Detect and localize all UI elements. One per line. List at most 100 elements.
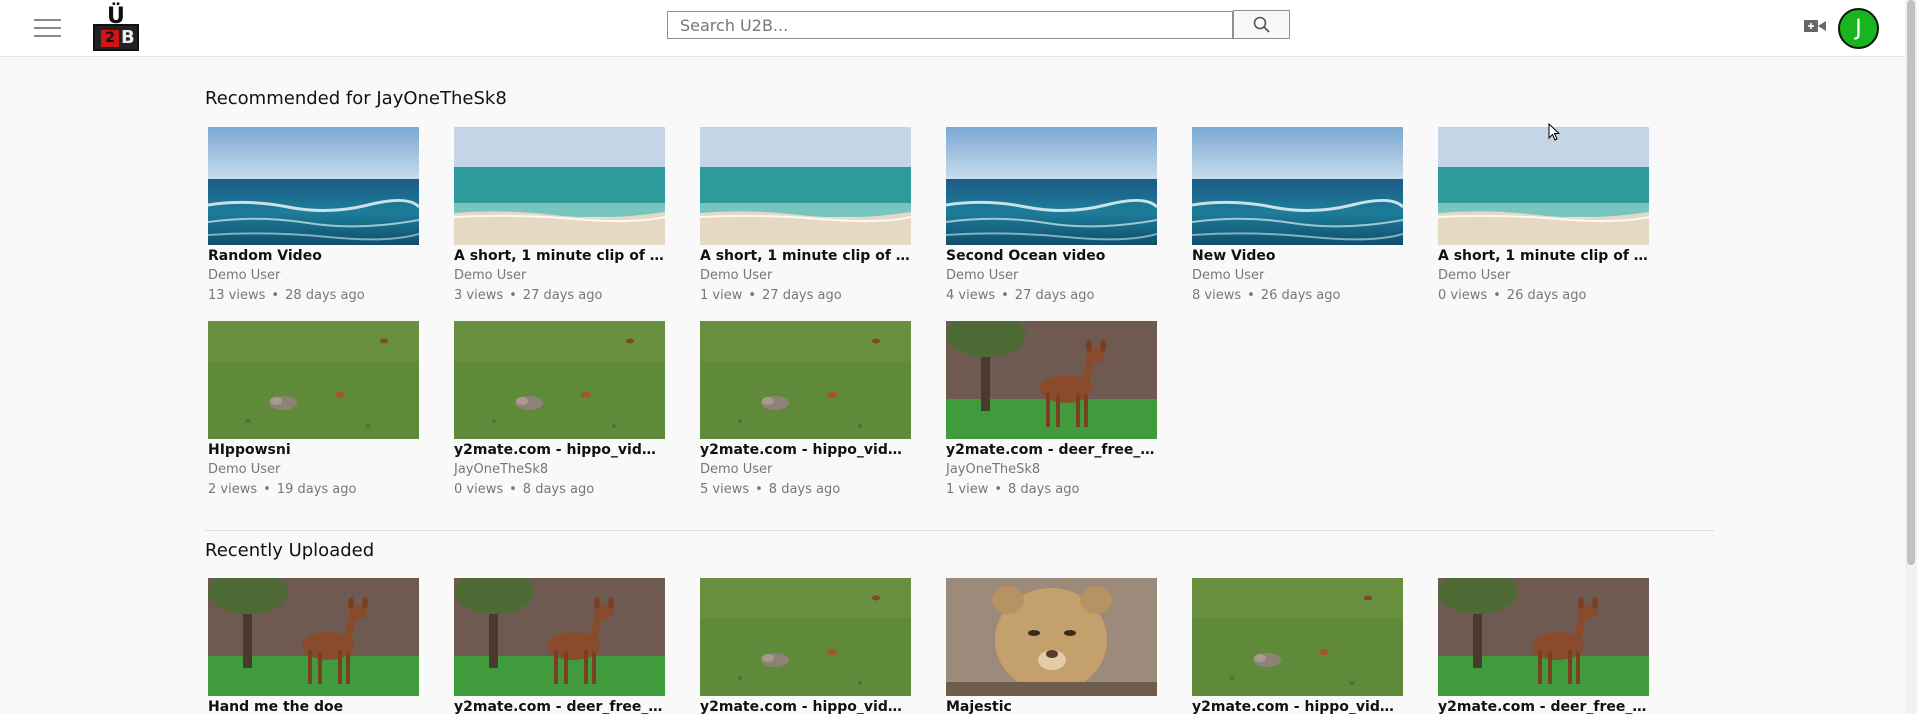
video-card[interactable]: y2mate.com - deer_free_to...	[1438, 578, 1649, 714]
video-card[interactable]: New Video Demo User 8 views • 26 days ago	[1192, 127, 1403, 306]
video-title[interactable]: A short, 1 minute clip of th...	[454, 247, 665, 266]
video-card[interactable]: y2mate.com - hippo_video_... JayOneTheSk8…	[454, 321, 665, 500]
search-button[interactable]	[1233, 10, 1290, 39]
video-meta: 2 views • 19 days ago	[208, 480, 419, 500]
video-title[interactable]: New Video	[1192, 247, 1403, 266]
video-title[interactable]: A short, 1 minute clip of th...	[700, 247, 911, 266]
user-avatar[interactable]: J	[1838, 8, 1879, 49]
u2b-logo[interactable]: Ü 2 B	[93, 4, 139, 51]
upload-age: 8 days ago	[768, 482, 841, 497]
video-thumbnail[interactable]	[700, 321, 911, 439]
video-title[interactable]: A short, 1 minute clip of th...	[1438, 247, 1649, 266]
video-author[interactable]: Demo User	[454, 266, 665, 286]
video-card[interactable]: y2mate.com - deer_free_to... JayOneTheSk8…	[946, 321, 1157, 500]
video-author[interactable]: Demo User	[946, 266, 1157, 286]
video-author[interactable]: Demo User	[700, 266, 911, 286]
video-card[interactable]: Majestic	[946, 578, 1157, 714]
video-meta: 4 views • 27 days ago	[946, 286, 1157, 306]
video-thumbnail[interactable]	[1438, 127, 1649, 245]
video-title[interactable]: Hand me the doe	[208, 698, 419, 714]
video-meta: 5 views • 8 days ago	[700, 480, 911, 500]
video-card[interactable]: y2mate.com - hippo_video_...	[1192, 578, 1403, 714]
video-meta: 8 views • 26 days ago	[1192, 286, 1403, 306]
view-count: 13 views	[208, 288, 266, 303]
video-meta: 3 views • 27 days ago	[454, 286, 665, 306]
video-title[interactable]: y2mate.com - hippo_video_...	[700, 698, 911, 714]
video-card[interactable]: Second Ocean video Demo User 4 views • 27 da…	[946, 127, 1157, 306]
separator-dot: •	[271, 288, 280, 303]
view-count: 1 view	[700, 288, 743, 303]
video-author[interactable]: JayOneTheSk8	[946, 460, 1157, 480]
video-thumbnail[interactable]	[454, 578, 665, 696]
view-count: 3 views	[454, 288, 504, 303]
video-card[interactable]: y2mate.com - hippo_video_...	[700, 578, 911, 714]
search-input[interactable]	[667, 11, 1233, 39]
video-card[interactable]: Hand me the doe	[208, 578, 419, 714]
view-count: 5 views	[700, 482, 750, 497]
recommended-heading: Recommended for JayOneTheSk8	[205, 88, 507, 109]
logo-box: 2 B	[93, 24, 139, 51]
video-title[interactable]: y2mate.com - deer_free_to...	[1438, 698, 1649, 714]
video-meta: 1 view • 27 days ago	[700, 286, 911, 306]
video-author[interactable]: JayOneTheSk8	[454, 460, 665, 480]
top-header: Ü 2 B J	[0, 0, 1905, 57]
video-thumbnail[interactable]	[1192, 127, 1403, 245]
video-title[interactable]: y2mate.com - hippo_video_...	[700, 441, 911, 460]
separator-dot: •	[755, 482, 763, 497]
video-author[interactable]: Demo User	[700, 460, 911, 480]
video-thumbnail[interactable]	[946, 321, 1157, 439]
search-icon	[1253, 16, 1270, 33]
video-thumbnail[interactable]	[946, 127, 1157, 245]
video-thumbnail[interactable]	[208, 127, 419, 245]
view-count: 8 views	[1192, 288, 1242, 303]
recent-heading: Recently Uploaded	[205, 540, 375, 561]
video-author[interactable]: Demo User	[1192, 266, 1403, 286]
video-thumbnail[interactable]	[454, 127, 665, 245]
logo-digit-2: 2	[101, 30, 119, 47]
upload-age: 8 days ago	[522, 482, 595, 497]
video-card[interactable]: A short, 1 minute clip of th... Demo User…	[700, 127, 911, 306]
video-meta: 0 views • 8 days ago	[454, 480, 665, 500]
view-count: 1 view	[946, 482, 989, 497]
video-thumbnail[interactable]	[208, 321, 419, 439]
video-thumbnail[interactable]	[1192, 578, 1403, 696]
video-thumbnail[interactable]	[700, 578, 911, 696]
video-card[interactable]: A short, 1 minute clip of th... Demo User…	[454, 127, 665, 306]
upload-video-icon[interactable]	[1804, 18, 1826, 34]
video-title[interactable]: y2mate.com - hippo_video_...	[1192, 698, 1403, 714]
separator-dot: •	[509, 482, 517, 497]
separator-dot: •	[1001, 288, 1009, 303]
upload-age: 27 days ago	[522, 288, 603, 303]
video-title[interactable]: y2mate.com - deer_free_to...	[454, 698, 665, 714]
logo-letter-b: B	[121, 27, 135, 48]
video-author[interactable]: Demo User	[1438, 266, 1649, 286]
menu-icon[interactable]	[34, 19, 61, 37]
upload-age: 27 days ago	[1014, 288, 1095, 303]
view-count: 0 views	[1438, 288, 1488, 303]
video-thumbnail[interactable]	[700, 127, 911, 245]
video-author[interactable]: Demo User	[208, 460, 419, 480]
section-divider	[205, 530, 1714, 531]
video-author[interactable]: Demo User	[208, 266, 419, 286]
video-title[interactable]: HIppowsni	[208, 441, 419, 460]
separator-dot: •	[1247, 288, 1255, 303]
separator-dot: •	[1493, 288, 1501, 303]
video-thumbnail[interactable]	[1438, 578, 1649, 696]
video-card[interactable]: Random Video Demo User 13 views • 28 days ag…	[208, 127, 419, 306]
video-title[interactable]: Majestic	[946, 698, 1157, 714]
scrollbar-thumb[interactable]	[1907, 0, 1915, 565]
video-title[interactable]: y2mate.com - hippo_video_...	[454, 441, 665, 460]
video-thumbnail[interactable]	[208, 578, 419, 696]
video-thumbnail[interactable]	[454, 321, 665, 439]
video-meta: 1 view • 8 days ago	[946, 480, 1157, 500]
video-title[interactable]: y2mate.com - deer_free_to...	[946, 441, 1157, 460]
video-thumbnail[interactable]	[946, 578, 1157, 696]
video-title[interactable]: Second Ocean video	[946, 247, 1157, 266]
video-card[interactable]: HIppowsni Demo User 2 views • 19 days ago	[208, 321, 419, 500]
video-card[interactable]: y2mate.com - hippo_video_... Demo User 5 v…	[700, 321, 911, 500]
video-card[interactable]: A short, 1 minute clip of th... Demo User…	[1438, 127, 1649, 306]
video-title[interactable]: Random Video	[208, 247, 419, 266]
upload-age: 19 days ago	[276, 482, 357, 497]
upload-age: 26 days ago	[1506, 288, 1587, 303]
video-card[interactable]: y2mate.com - deer_free_to...	[454, 578, 665, 714]
